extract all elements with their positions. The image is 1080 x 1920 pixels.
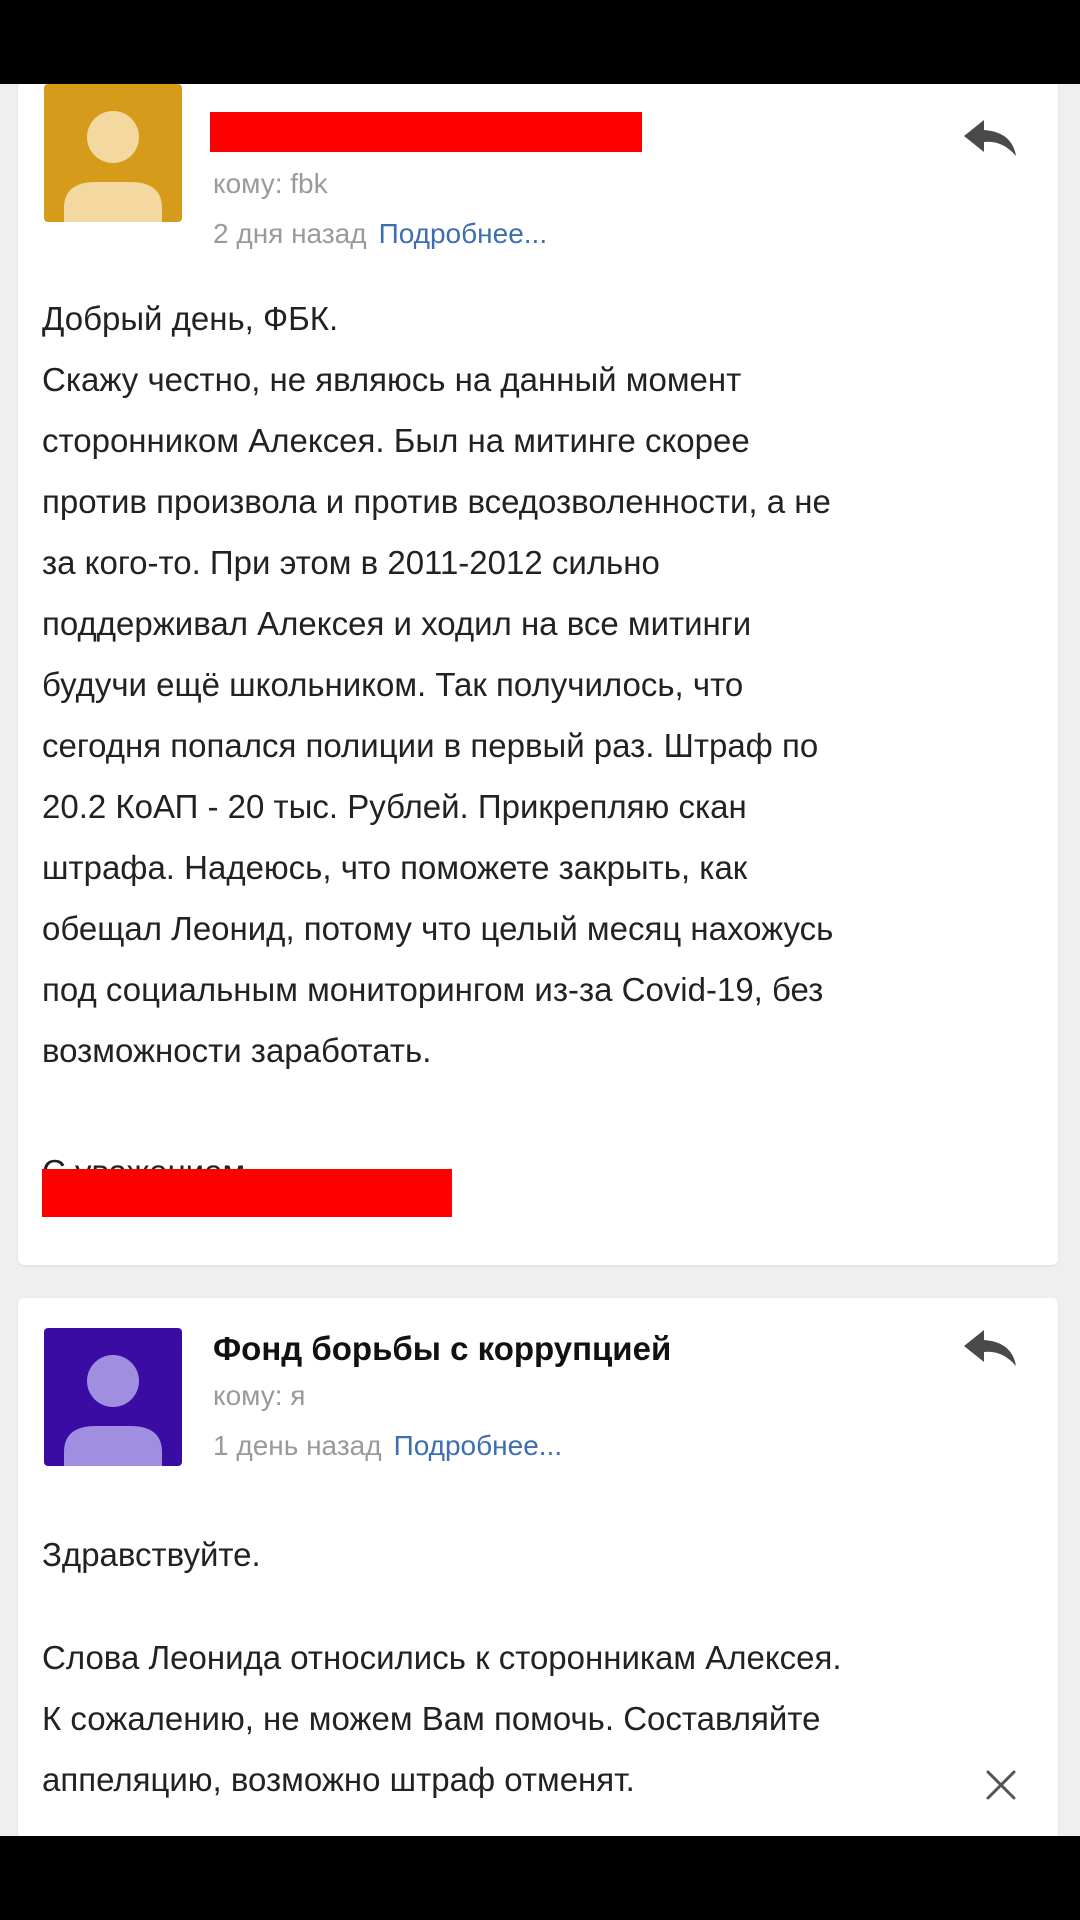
recipient-line: кому: fbk — [213, 168, 328, 199]
body-line: аппеляцию, возможно штраф отменят. — [42, 1761, 635, 1798]
body-line: 20.2 КоАП - 20 тыс. Рублей. Прикрепляю с… — [42, 788, 747, 825]
body-line: поддерживал Алексея и ходил на все митин… — [42, 605, 752, 642]
body-line: К сожалению, не можем Вам помочь. Состав… — [42, 1700, 821, 1737]
sender-name: Фонд борьбы с коррупцией — [213, 1330, 672, 1367]
reply-icon[interactable] — [962, 1328, 1018, 1368]
message-body: Здравствуйте. Слова Леонида относились к… — [42, 1524, 1028, 1810]
body-line: обещал Леонид, потому что целый месяц на… — [42, 910, 834, 947]
body-line: Добрый день, ФБК. — [42, 300, 339, 337]
close-icon[interactable] — [984, 1768, 1018, 1802]
body-line: против произвола и против вседозволеннос… — [42, 483, 831, 520]
message-body: Добрый день, ФБК. Скажу честно, не являюс… — [42, 288, 1028, 1202]
details-link[interactable]: Подробнее... — [379, 218, 548, 249]
redacted-sender-name — [210, 112, 642, 152]
body-line: Скажу честно, не являюсь на данный момен… — [42, 361, 742, 398]
date-line: 2 дня назад Подробнее... — [213, 218, 547, 250]
sender-avatar[interactable] — [44, 84, 182, 222]
sender-avatar[interactable] — [44, 1328, 182, 1466]
body-line: Слова Леонида относились к сторонникам А… — [42, 1639, 842, 1676]
redacted-signature — [42, 1169, 452, 1217]
message-card-user: кому: fbk 2 дня назад Подробнее... Добрый… — [18, 84, 1058, 1265]
mail-thread: кому: fbk 2 дня назад Подробнее... Добрый… — [0, 84, 1080, 1836]
body-line: сегодня попался полиции в первый раз. Шт… — [42, 727, 819, 764]
body-line: сторонником Алексея. Был на митинге скор… — [42, 422, 750, 459]
reply-icon[interactable] — [962, 118, 1018, 158]
person-placeholder-icon — [44, 84, 182, 222]
body-line: под социальным мониторингом из-за Covid-… — [42, 971, 824, 1008]
details-link[interactable]: Подробнее... — [394, 1430, 563, 1461]
body-line: за кого-то. При этом в 2011-2012 сильно — [42, 544, 660, 581]
message-date: 1 день назад — [213, 1430, 382, 1461]
greeting: Здравствуйте. — [42, 1536, 261, 1573]
body-line: возможности заработать. — [42, 1032, 432, 1069]
body-line: будучи ещё школьником. Так получилось, ч… — [42, 666, 744, 703]
message-date: 2 дня назад — [213, 218, 367, 249]
recipient-line: кому: я — [213, 1380, 306, 1411]
message-card-fbk: Фонд борьбы с коррупцией кому: я 1 день … — [18, 1298, 1058, 1836]
person-placeholder-icon — [44, 1328, 182, 1466]
date-line: 1 день назад Подробнее... — [213, 1430, 562, 1462]
body-line: штрафа. Надеюсь, что поможете закрыть, к… — [42, 849, 748, 886]
